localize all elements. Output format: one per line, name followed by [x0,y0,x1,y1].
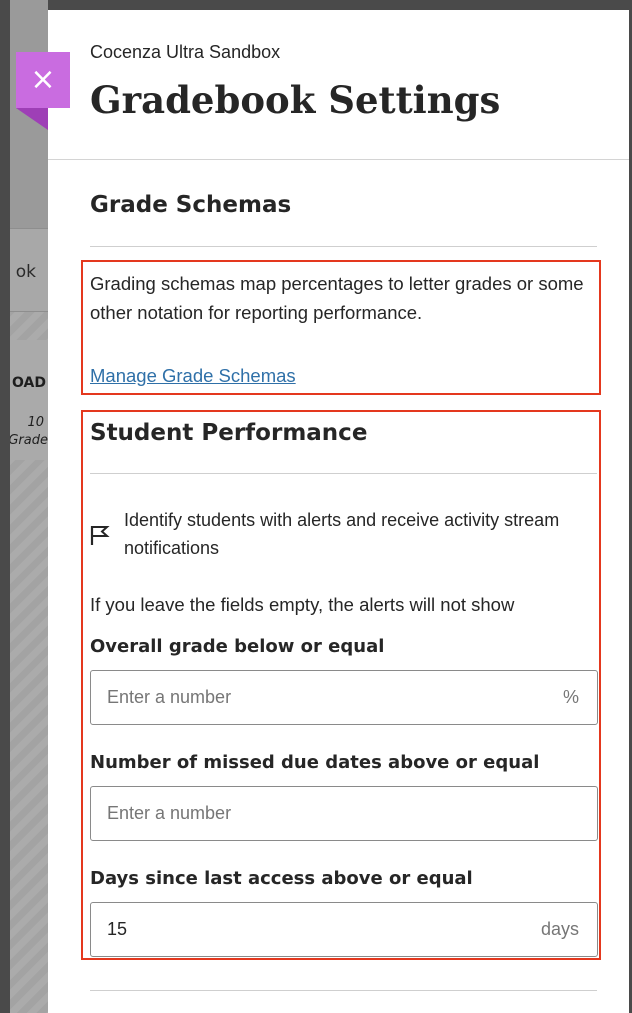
manage-grade-schemas-link[interactable]: Manage Grade Schemas [90,365,296,387]
grade-schemas-description: Grading schemas map percentages to lette… [90,273,584,323]
background-column-header: OAD [12,375,46,391]
last-access-input[interactable] [107,903,527,956]
background-text: ok [15,262,36,282]
missed-due-dates-field[interactable] [90,786,598,841]
empty-fields-note: If you leave the fields empty, the alert… [90,594,515,615]
page-title: Gradebook Settings [90,78,501,122]
close-tab-fold [16,108,48,130]
missed-due-dates-label: Number of missed due dates above or equa… [90,752,540,773]
overall-grade-field[interactable]: % [90,670,598,725]
missed-due-dates-input[interactable] [107,787,527,840]
close-icon: × [30,62,56,97]
divider [90,990,597,991]
overall-grade-input[interactable] [107,671,527,724]
course-name: Cocenza Ultra Sandbox [90,42,281,62]
percent-suffix: % [562,687,579,707]
last-access-field[interactable]: days [90,902,598,957]
alert-info-row: Identify students with alerts and receiv… [90,506,600,566]
panel-header: Cocenza Ultra Sandbox Gradebook Settings [48,10,629,160]
grade-schemas-heading: Grade Schemas [90,192,292,218]
background-page: ok OAD 10 Grade [10,0,48,1013]
close-panel-button[interactable]: × [16,52,70,108]
background-cell-label: Grade [10,433,48,448]
overall-grade-label: Overall grade below or equal [90,636,385,657]
divider [90,473,597,474]
divider [90,246,597,247]
window-frame-top [48,0,632,10]
gradebook-settings-panel: Cocenza Ultra Sandbox Gradebook Settings… [48,10,629,1013]
flag-icon [90,526,110,545]
days-suffix: days [540,919,579,939]
window-frame-left [0,0,10,1013]
student-performance-heading: Student Performance [90,420,368,446]
alert-description: Identify students with alerts and receiv… [124,510,560,558]
background-cell-value: 10 [27,415,44,430]
last-access-label: Days since last access above or equal [90,868,473,889]
